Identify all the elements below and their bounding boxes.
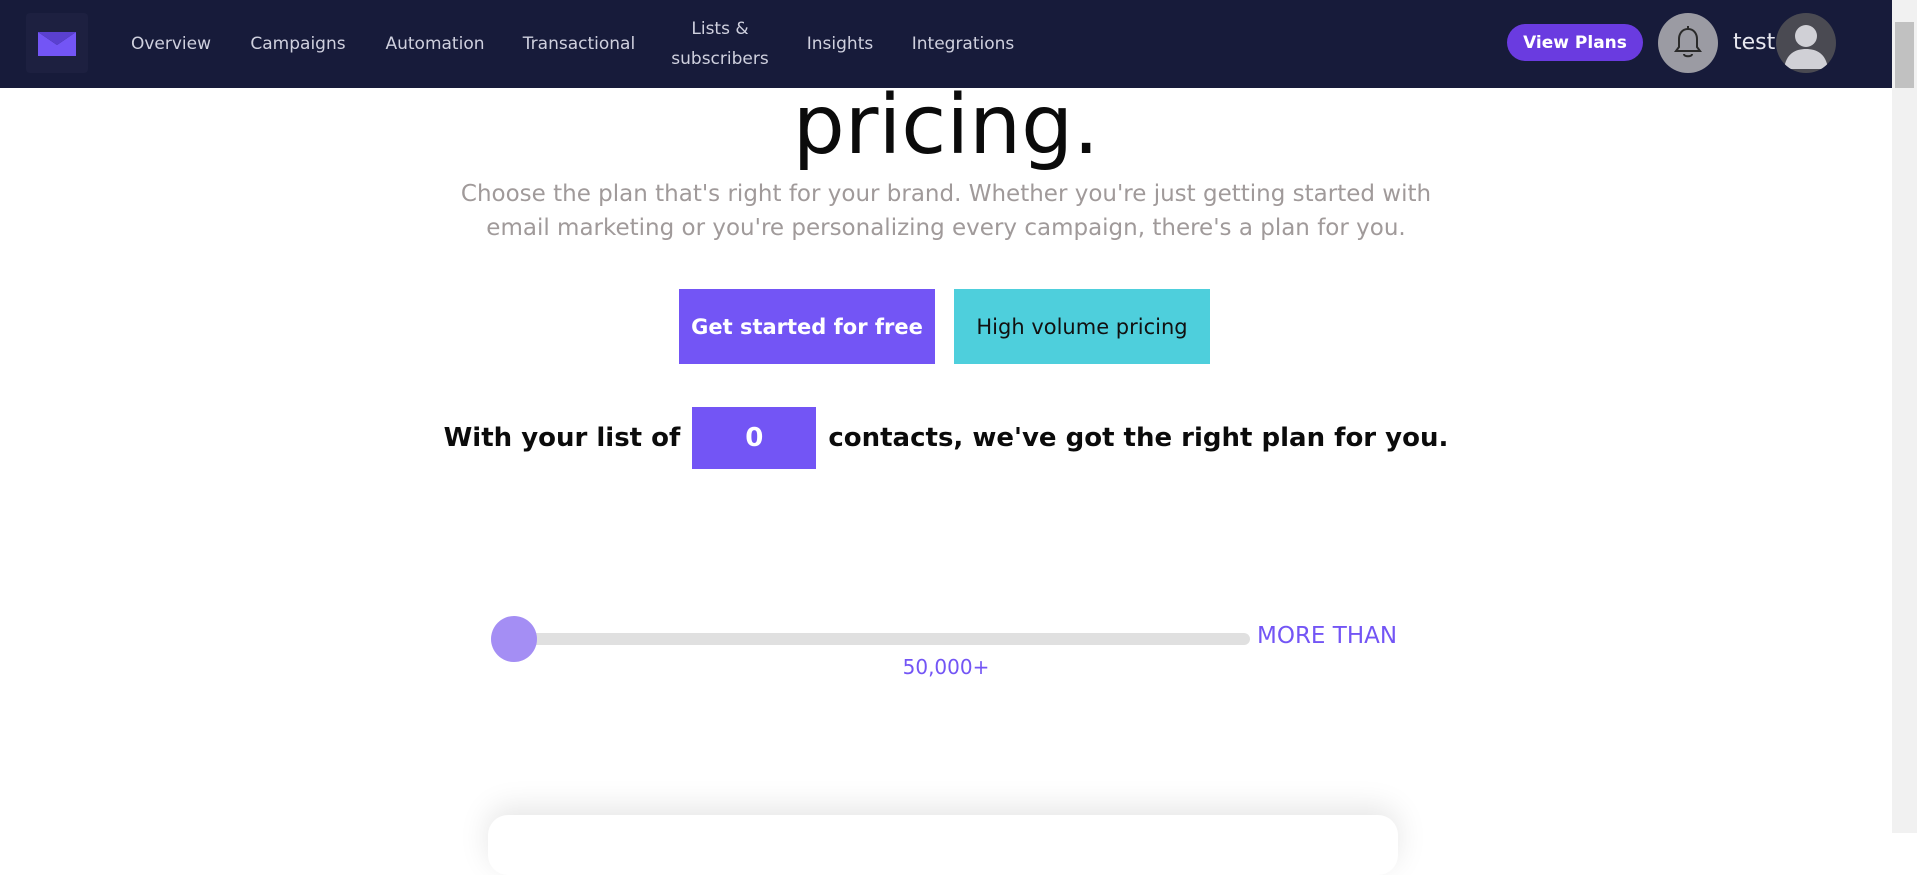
nav-lists-subscribers[interactable]: Lists & subscribers — [668, 0, 772, 88]
notifications-button[interactable] — [1658, 13, 1718, 73]
bell-icon — [1674, 26, 1702, 58]
get-started-button[interactable]: Get started for free — [679, 289, 935, 364]
nav-transactional[interactable]: Transactional — [520, 0, 638, 88]
slider-more-than-label: MORE THAN — [1257, 623, 1398, 649]
nav-automation[interactable]: Automation — [380, 0, 490, 88]
page-subtitle: Choose the plan that's right for your br… — [460, 181, 1432, 241]
envelope-logo-icon — [38, 32, 76, 56]
contacts-prefix: With your list of — [443, 423, 681, 453]
contacts-slider-track[interactable] — [494, 633, 1250, 645]
pricing-cards-edge — [488, 815, 1398, 875]
page-scrollbar[interactable] — [1892, 0, 1917, 833]
scrollbar-thumb[interactable] — [1895, 22, 1914, 88]
nav-integrations[interactable]: Integrations — [908, 0, 1018, 88]
contacts-count-input[interactable] — [692, 407, 817, 469]
top-nav-bar: Overview Campaigns Automation Transactio… — [0, 0, 1892, 88]
contacts-suffix: contacts, we've got the right plan for y… — [828, 423, 1449, 453]
nav-insights[interactable]: Insights — [800, 0, 880, 88]
nav-overview[interactable]: Overview — [124, 0, 218, 88]
high-volume-pricing-button[interactable]: High volume pricing — [954, 289, 1210, 364]
slider-max-value: 50,000+ — [902, 655, 990, 679]
page-title: pricing. — [792, 78, 1100, 173]
username-label: test — [1733, 30, 1776, 55]
user-avatar-icon — [1784, 25, 1828, 69]
brand-logo[interactable] — [26, 13, 88, 73]
view-plans-button[interactable]: View Plans — [1507, 24, 1643, 61]
user-avatar[interactable] — [1776, 13, 1836, 73]
nav-campaigns[interactable]: Campaigns — [248, 0, 348, 88]
contacts-sentence: With your list of contacts, we've got th… — [0, 407, 1892, 469]
